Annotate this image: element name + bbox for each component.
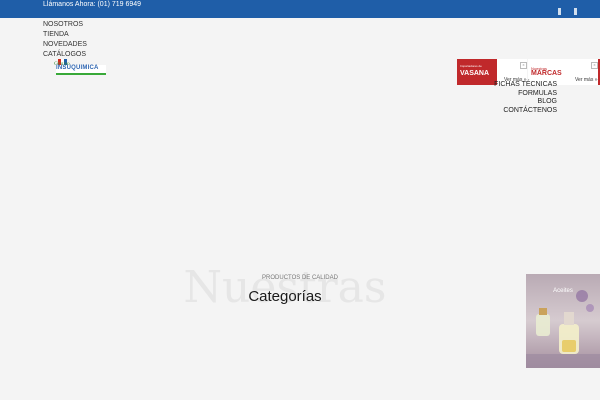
nav-item-nosotros[interactable]: NOSOTROS	[43, 20, 87, 30]
category-card-aceites[interactable]: Aceites	[526, 274, 600, 368]
secondary-nav: FICHAS TÉCNICAS FORMULAS BLOG CONTÁCTENO…	[494, 81, 557, 115]
nav-item-tienda[interactable]: TIENDA	[43, 30, 87, 40]
banner-marcas-line2: MARCAS	[531, 70, 562, 77]
close-icon[interactable]: x	[591, 62, 598, 69]
category-card-label: Aceites	[553, 288, 573, 294]
nav-item-blog[interactable]: BLOG	[494, 98, 557, 107]
nav-item-formulas[interactable]: FORMULAS	[494, 90, 557, 99]
banner-vasana-panel: Importadores de VASANA	[457, 59, 497, 85]
section-pretitle: PRODUCTOS DE CALIDAD	[262, 275, 338, 281]
nav-item-novedades[interactable]: NOVEDADES	[43, 40, 87, 50]
section-title: Categorías	[248, 288, 322, 305]
facebook-icon[interactable]	[558, 8, 561, 15]
top-bar: Llámanos Ahora: (01) 719 6949	[0, 0, 600, 18]
nav-item-contactenos[interactable]: CONTÁCTENOS	[494, 107, 557, 116]
banner-marcas-more-link[interactable]: Ver más »	[575, 77, 598, 83]
site-logo[interactable]: Grupo INSUQUIMICA	[46, 53, 108, 78]
flag-icon	[58, 53, 68, 66]
nav-item-fichas-tecnicas[interactable]: FICHAS TÉCNICAS	[494, 81, 557, 90]
close-icon[interactable]: x	[520, 62, 527, 69]
logo-brand: INSUQUIMICA	[56, 65, 106, 75]
social-icon[interactable]	[574, 8, 577, 15]
phone-text[interactable]: Llámanos Ahora: (01) 719 6949	[43, 1, 141, 8]
banner-vasana-line2: VASANA	[460, 70, 490, 77]
banner-vasana-line1: Importadores de	[460, 64, 482, 68]
